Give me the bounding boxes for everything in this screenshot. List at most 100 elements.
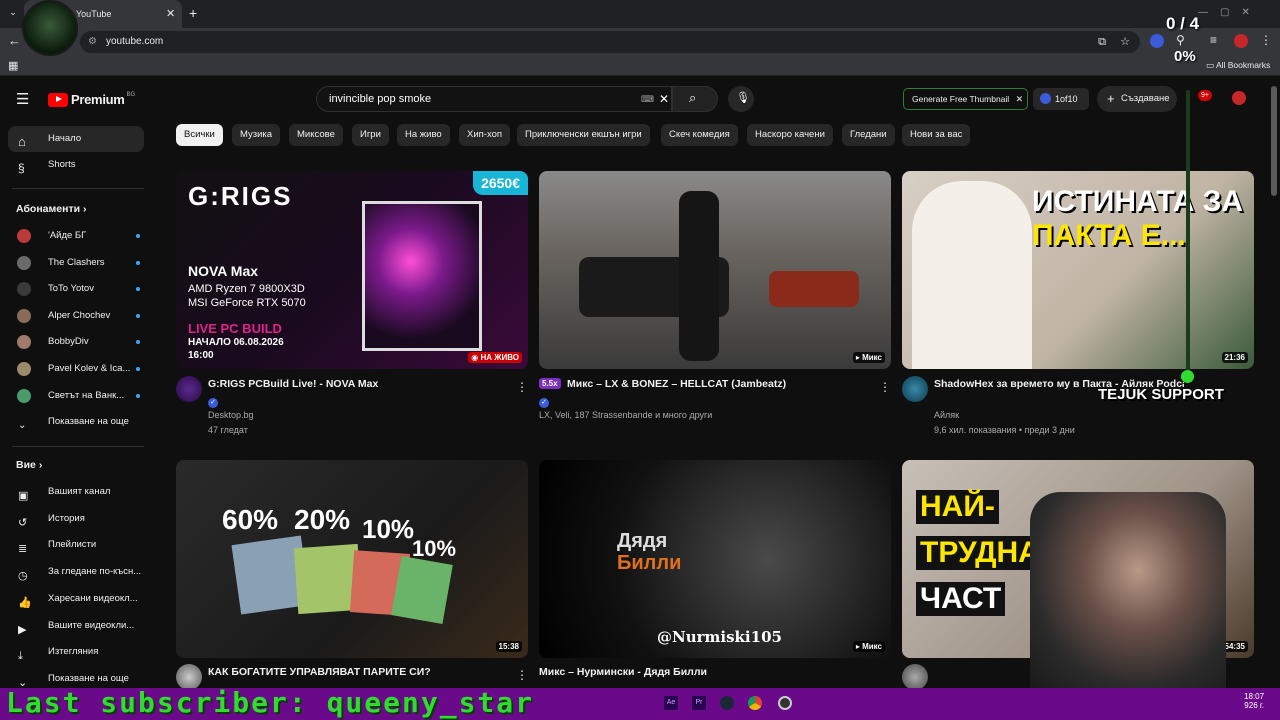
- apps-grid-icon[interactable]: ▦: [8, 59, 18, 72]
- clear-search-icon[interactable]: ✕: [659, 87, 669, 111]
- video-thumbnail[interactable]: ▸ Микс: [539, 171, 891, 369]
- bookmark-star-icon[interactable]: ☆: [1120, 31, 1130, 53]
- subscriptions-header[interactable]: Абонаменти ›: [16, 203, 87, 215]
- close-icon[interactable]: ✕: [1016, 89, 1024, 109]
- price-tag: 2650€: [473, 171, 528, 195]
- you-item[interactable]: ↺ История: [8, 506, 144, 532]
- video-title[interactable]: G:RIGS PCBuild Live! - NOVA Max: [208, 378, 508, 390]
- search-input[interactable]: invincible pop smoke ⌨ ✕: [316, 86, 672, 112]
- extension-icon[interactable]: [1150, 34, 1164, 48]
- video-menu-icon[interactable]: ⋮: [516, 380, 528, 394]
- page-scrollbar[interactable]: [1271, 86, 1277, 196]
- browser-menu-icon[interactable]: ⋮: [1260, 33, 1272, 47]
- pc-case-art: [362, 201, 482, 351]
- filter-chip[interactable]: Приключенски екшън игри: [517, 124, 650, 146]
- counter-button[interactable]: 1of10: [1033, 88, 1089, 110]
- browser-toolbar: ← → ↻ ⚙ youtube.com ⧉ ☆ ⚲ ≡ ⋮: [0, 28, 1280, 56]
- new-tab-icon[interactable]: +: [189, 5, 197, 21]
- thumb-brand: G:RIGS: [188, 181, 293, 211]
- sidebar-item-shorts[interactable]: § Shorts: [8, 152, 144, 178]
- subscription-label: BobbyDiv: [48, 336, 89, 348]
- sidebar-item-label: Показване на още: [48, 416, 129, 427]
- extensions-puzzle-icon[interactable]: ⚲: [1176, 33, 1185, 47]
- video-thumbnail[interactable]: Дядя Билли @Nurmiski105 ▸ Микс: [539, 460, 891, 658]
- filter-chip[interactable]: Хип-хоп: [459, 124, 511, 146]
- tab-list-icon[interactable]: ⌄: [6, 7, 20, 21]
- search-icon: ⌕: [689, 90, 697, 105]
- filter-chip[interactable]: Всички: [176, 124, 223, 146]
- channel-avatar[interactable]: [902, 664, 928, 690]
- video-menu-icon[interactable]: ⋮: [516, 668, 528, 682]
- search-value: invincible pop smoke: [329, 93, 432, 105]
- video-thumbnail[interactable]: G:RIGS 2650€ NOVA Max AMD Ryzen 7 9800X3…: [176, 171, 528, 369]
- hamburger-menu-icon[interactable]: ☰: [16, 90, 29, 108]
- video-title[interactable]: КАК БОГАТИТЕ УПРАВЛЯВАТ ПАРИТЕ СИ?: [208, 666, 508, 678]
- site-info-icon[interactable]: ⚙: [88, 31, 97, 53]
- you-header[interactable]: Вие ›: [16, 459, 42, 471]
- account-avatar[interactable]: [1232, 91, 1246, 105]
- video-thumbnail[interactable]: 60% 20% 10% 10% 15:38: [176, 460, 528, 658]
- app-icon-pr[interactable]: Pr: [692, 696, 706, 710]
- chrome-icon[interactable]: [748, 696, 762, 710]
- goal-counter: 0 / 4: [1166, 14, 1200, 33]
- video-channel[interactable]: Desktop.bg: [208, 410, 254, 420]
- filter-chip[interactable]: На живо: [397, 124, 450, 146]
- url-bar[interactable]: ⚙ youtube.com ⧉ ☆: [80, 31, 1140, 53]
- filter-chip[interactable]: Наскоро качени: [747, 124, 833, 146]
- notification-badge[interactable]: 9+: [1198, 90, 1212, 101]
- generate-thumbnail-button[interactable]: Generate Free Thumbnail ✕: [903, 88, 1029, 110]
- subscription-item[interactable]: ToTo Yotov: [8, 276, 144, 302]
- sidebar-show-more[interactable]: ⌄ Показване на още: [8, 409, 144, 435]
- you-item[interactable]: 👍 Харесани видеокл...: [8, 586, 144, 612]
- video-channel[interactable]: LX, Veli, 187 Strassenbande и много друг…: [539, 410, 712, 420]
- filter-chip[interactable]: Нови за вас: [902, 124, 971, 146]
- you-item[interactable]: ▶ Вашите видеокли...: [8, 613, 144, 639]
- verified-icon: ✓: [539, 396, 549, 408]
- you-item[interactable]: ◷ За гледане по-късн...: [8, 559, 144, 585]
- video-channel[interactable]: Айляк: [934, 410, 959, 420]
- create-button[interactable]: + Създаване: [1097, 86, 1177, 112]
- video-menu-icon[interactable]: ⋮: [879, 380, 891, 394]
- search-button[interactable]: ⌕: [672, 86, 718, 112]
- youtube-logo[interactable]: Premium BG: [48, 92, 135, 107]
- person-art: [679, 191, 719, 361]
- you-item[interactable]: ⤓ Изтегляния: [8, 639, 144, 665]
- channel-avatar[interactable]: [176, 376, 202, 402]
- your-videos-icon: ▶: [18, 623, 27, 636]
- filter-chip[interactable]: Миксове: [289, 124, 343, 146]
- subscription-item[interactable]: Светът на Ванк...: [8, 383, 144, 409]
- steam-icon[interactable]: [720, 696, 734, 710]
- filter-chip[interactable]: Гледани: [842, 124, 895, 146]
- window-controls[interactable]: —▢✕: [1198, 7, 1262, 18]
- media-icon[interactable]: ≡: [1210, 33, 1217, 47]
- you-item[interactable]: ≣ Плейлисти: [8, 532, 144, 558]
- filter-chip[interactable]: Игри: [352, 124, 389, 146]
- chevron-right-icon: ›: [38, 459, 43, 471]
- sidebar-item-home[interactable]: ⌂ Начало: [8, 126, 144, 152]
- channel-avatar[interactable]: [902, 376, 928, 402]
- chevron-down-icon: ⌄: [18, 676, 28, 689]
- channel-icon: ▣: [18, 490, 29, 502]
- keyboard-icon[interactable]: ⌨: [641, 87, 654, 111]
- mix-badge: ▸ Микс: [852, 352, 885, 363]
- subscription-item[interactable]: BobbyDiv: [8, 329, 144, 355]
- profile-avatar[interactable]: [1234, 34, 1248, 48]
- video-title[interactable]: Микс – Нурмински - Дядя Билли: [539, 666, 839, 678]
- all-bookmarks[interactable]: ▭ All Bookmarks: [1206, 60, 1270, 71]
- voice-search-button[interactable]: 🎙: [728, 86, 754, 112]
- filter-chip[interactable]: Музика: [232, 124, 281, 146]
- subscription-item[interactable]: The Clashers: [8, 250, 144, 276]
- sidebar-divider: [12, 188, 144, 189]
- install-icon[interactable]: ⧉: [1098, 31, 1106, 53]
- back-icon[interactable]: ←: [8, 33, 21, 48]
- subscription-item[interactable]: Pavel Kolev & Ica...: [8, 356, 144, 382]
- filter-chip[interactable]: Скеч комедия: [661, 124, 738, 146]
- obs-icon[interactable]: [778, 696, 792, 710]
- tab-close-icon[interactable]: ✕: [166, 7, 175, 20]
- you-item[interactable]: ▣ Вашият канал: [8, 479, 144, 505]
- subscription-item[interactable]: Alper Chochev: [8, 303, 144, 329]
- video-thumbnail[interactable]: ИСТИНАТА ЗА ПАКТА Е... 21:36: [902, 171, 1254, 369]
- video-title[interactable]: Микс – LX & BONEZ – HELLCAT (Jambeatz): [567, 378, 867, 390]
- app-icon-ae[interactable]: Ae: [664, 696, 678, 710]
- subscription-item[interactable]: 'Айде БГ: [8, 223, 144, 249]
